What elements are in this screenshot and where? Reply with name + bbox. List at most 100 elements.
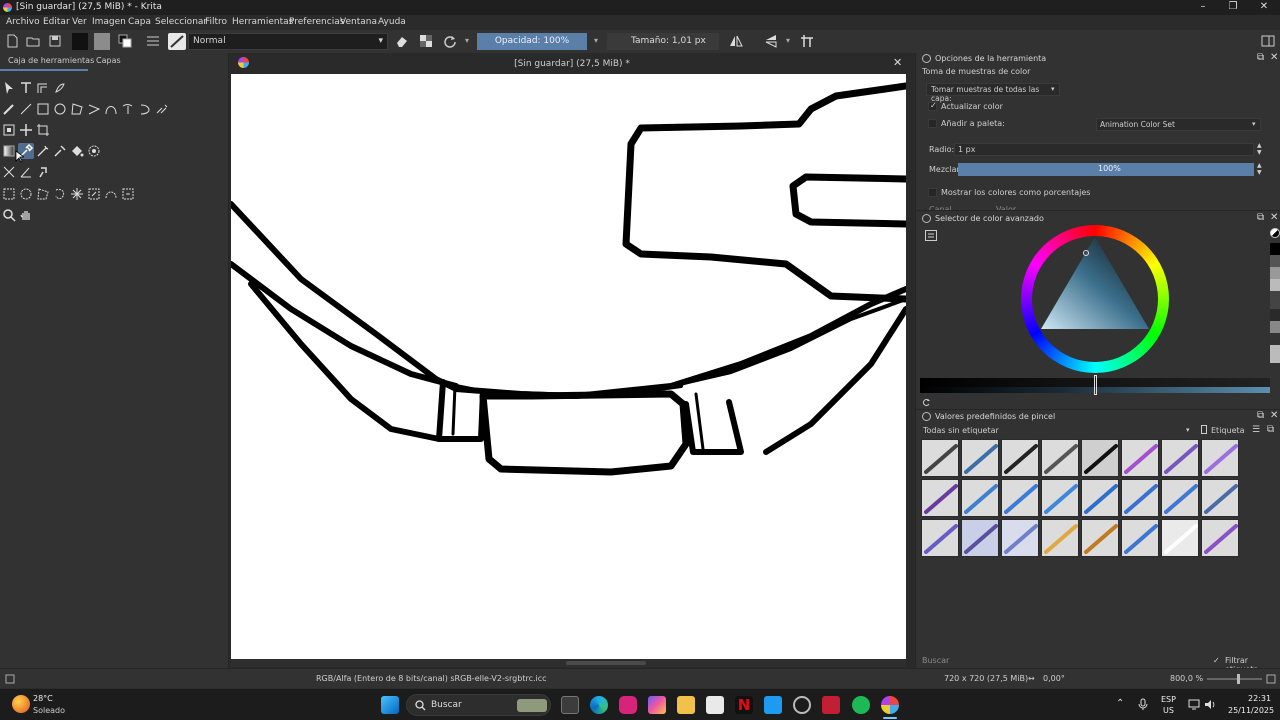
reference-images-icon[interactable] (36, 165, 50, 179)
preset-search-input[interactable]: Buscar (922, 656, 949, 665)
float-docker-icon[interactable]: ⧉ (1257, 212, 1264, 223)
krita-taskbar-icon[interactable] (881, 696, 899, 714)
brush-preset-thumbnail[interactable] (1201, 519, 1239, 557)
text-tool-icon[interactable] (19, 81, 33, 95)
enclose-fill-icon[interactable] (87, 144, 101, 158)
calligraphy-icon[interactable] (53, 81, 67, 95)
ellipse-tool-icon[interactable] (53, 102, 67, 116)
colorize-mask-icon[interactable] (36, 144, 50, 158)
menu-ventana[interactable]: Ventana (340, 17, 377, 27)
polygon-select-icon[interactable] (36, 187, 50, 201)
brush-preset-thumbnail[interactable] (1081, 519, 1119, 557)
brush-preset-thumbnail[interactable] (1121, 479, 1159, 517)
color-selector-lock-icon[interactable] (922, 214, 931, 223)
tool-options-lock-icon[interactable] (922, 54, 931, 63)
blend-slider[interactable]: 100% (958, 163, 1254, 176)
opacity-slider[interactable]: Opacidad: 100% (477, 33, 587, 50)
weather-temperature[interactable]: 28°C (33, 694, 53, 703)
radius-spinbox[interactable]: 1 px (954, 143, 1254, 156)
brush-preset-thumbnail[interactable] (921, 439, 959, 477)
drawing-canvas[interactable] (231, 74, 906, 659)
menu-filtro[interactable]: Filtro (205, 17, 227, 27)
polygon-tool-icon[interactable] (70, 102, 84, 116)
transform-tool-icon[interactable] (2, 123, 16, 137)
menu-ver[interactable]: Ver (72, 17, 87, 27)
mirror-vertical-icon[interactable] (764, 34, 778, 48)
task-view-icon[interactable] (561, 696, 579, 714)
eraser-icon[interactable] (395, 34, 409, 48)
sample-mode-select[interactable]: Tomar muestras de todas las capa: ▾ (926, 83, 1060, 103)
assistant-tool-icon[interactable] (2, 165, 16, 179)
netflix-icon[interactable]: N (735, 696, 753, 714)
background-color-swatch[interactable] (94, 33, 110, 50)
polyline-tool-icon[interactable] (87, 102, 101, 116)
clock-time[interactable]: 22:31 (1248, 694, 1271, 703)
spin-arrows-icon[interactable]: ▲ ▼ (1257, 162, 1262, 176)
horizontal-scrollbar[interactable] (231, 659, 906, 667)
tab-toolbox[interactable]: Caja de herramientas (8, 56, 94, 65)
color-picker-indicator[interactable] (1083, 250, 1089, 256)
fill-bucket-icon[interactable] (70, 144, 84, 158)
spotify-icon[interactable] (852, 696, 870, 714)
brush-preset-thumbnail[interactable] (961, 479, 999, 517)
float-docker-icon[interactable]: ⧉ (1257, 52, 1264, 63)
preserve-alpha-icon[interactable] (419, 34, 433, 48)
menu-seleccionar[interactable]: Seleccionar (155, 17, 207, 27)
brush-preset-thumbnail[interactable] (1161, 519, 1199, 557)
tag-label[interactable]: Etiqueta (1211, 426, 1245, 435)
zoom-tool-icon[interactable] (2, 208, 16, 222)
new-document-icon[interactable] (5, 34, 19, 48)
line-tool-icon[interactable] (19, 102, 33, 116)
add-to-palette-checkbox[interactable] (928, 119, 937, 128)
brush-preset-thumbnail[interactable] (1201, 479, 1239, 517)
menu-ayuda[interactable]: Ayuda (378, 17, 406, 27)
chevron-up-icon[interactable]: ⌃ (1116, 698, 1124, 709)
brush-presets-lock-icon[interactable] (922, 412, 931, 421)
color-selector-settings-icon[interactable] (925, 230, 937, 241)
mirror-horizontal-icon[interactable] (729, 34, 743, 48)
close-button[interactable]: ✕ (1248, 0, 1280, 15)
update-color-checkbox[interactable]: ✓ (928, 101, 937, 111)
dynamic-brush-icon[interactable] (138, 102, 152, 116)
tag-icon[interactable] (1201, 425, 1207, 434)
brush-preset-thumbnail[interactable] (1161, 479, 1199, 517)
menu-archivo[interactable]: Archivo (6, 17, 40, 27)
similar-select-icon[interactable] (87, 187, 101, 201)
brush-preset-thumbnail[interactable] (921, 519, 959, 557)
app-icon-circle[interactable] (793, 696, 811, 714)
chevron-down-icon[interactable]: ▾ (465, 36, 469, 45)
pan-tool-icon[interactable] (19, 208, 33, 222)
brush-preset-thumbnail[interactable] (1001, 479, 1039, 517)
open-folder-icon[interactable] (26, 34, 40, 48)
app-icon-pink[interactable] (619, 696, 637, 714)
slider-handle[interactable] (1094, 375, 1097, 395)
blend-mode-select[interactable]: Normal ▾ (188, 33, 388, 50)
ellipse-select-icon[interactable] (19, 187, 33, 201)
brush-preset-thumbnail[interactable] (961, 439, 999, 477)
brush-preset-thumbnail[interactable] (1001, 439, 1039, 477)
gradient-tool-icon[interactable] (2, 144, 16, 158)
show-percent-checkbox[interactable] (928, 188, 937, 197)
copilot-icon[interactable] (648, 696, 666, 714)
menu-editar[interactable]: Editar (43, 17, 70, 27)
weather-sun-icon[interactable] (12, 695, 30, 713)
save-icon[interactable] (48, 34, 62, 48)
weather-description[interactable]: Soleado (33, 706, 65, 715)
menu-herramientas[interactable]: Herramientas (232, 17, 293, 27)
edit-shapes-icon[interactable] (36, 81, 50, 95)
size-slider[interactable]: Tamaño: 1,01 px (607, 33, 719, 50)
volume-icon[interactable] (1204, 699, 1216, 710)
edge-browser-icon[interactable] (590, 696, 608, 714)
close-docker-icon[interactable]: ✕ (1270, 212, 1278, 223)
bezier-select-icon[interactable] (104, 187, 118, 201)
brush-preset-thumbnail[interactable] (1041, 439, 1079, 477)
crop-tool-icon[interactable] (36, 123, 50, 137)
brush-preset-thumbnail[interactable] (1041, 519, 1079, 557)
minimize-button[interactable]: – (1187, 0, 1219, 15)
patterns-icon[interactable] (146, 34, 160, 48)
close-docker-icon[interactable]: ✕ (1270, 52, 1278, 63)
menu-preferencias[interactable]: Preferencias (289, 17, 344, 27)
recent-colors-strip[interactable] (1270, 243, 1280, 363)
brush-preset-button[interactable] (168, 33, 186, 50)
restore-button[interactable]: ❐ (1217, 0, 1249, 15)
